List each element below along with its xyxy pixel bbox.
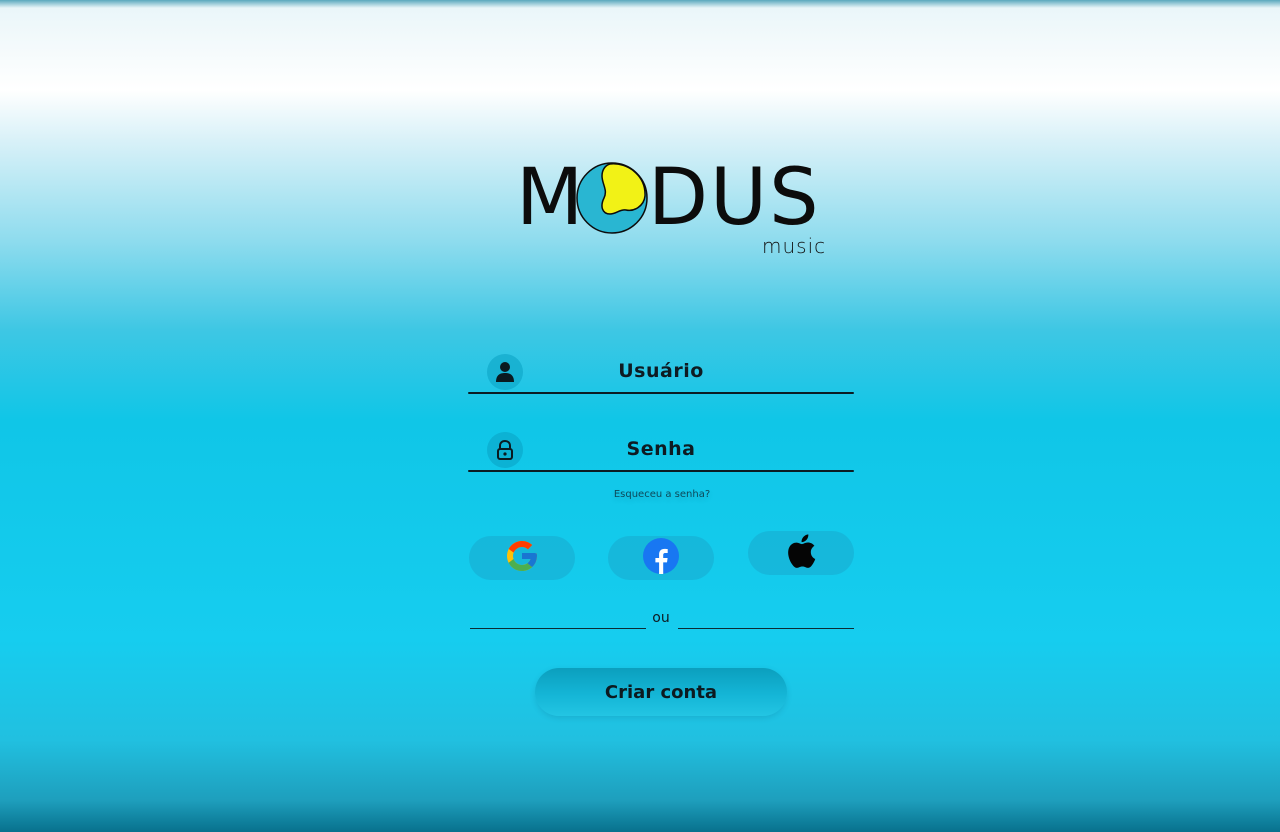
create-account-button[interactable]: Criar conta [535, 668, 787, 716]
username-underline [468, 392, 854, 394]
username-placeholder: Usuário [618, 360, 704, 382]
brand-logo: M DUS music [516, 158, 836, 258]
apple-icon [784, 533, 818, 573]
create-account-label: Criar conta [604, 681, 718, 703]
divider-left [470, 628, 646, 629]
divider-right [678, 628, 854, 629]
google-icon [504, 538, 540, 578]
google-login-button[interactable] [469, 536, 575, 580]
brand-letter-m: M [516, 153, 586, 243]
facebook-login-button[interactable] [608, 536, 714, 580]
brand-wordmark: M DUS [516, 158, 821, 238]
forgot-password-link[interactable]: Esqueceu a senha? [562, 489, 762, 500]
brand-letters-dus: DUS [648, 153, 821, 243]
facebook-icon [643, 538, 679, 578]
password-placeholder: Senha [626, 438, 696, 460]
logo-globe-icon [576, 158, 648, 238]
password-underline [468, 470, 854, 472]
username-field[interactable]: Usuário [468, 354, 854, 394]
apple-login-button[interactable] [748, 531, 854, 575]
password-field[interactable]: Senha [468, 432, 854, 472]
divider-text: ou [652, 610, 670, 626]
brand-subtitle: music [762, 234, 827, 258]
